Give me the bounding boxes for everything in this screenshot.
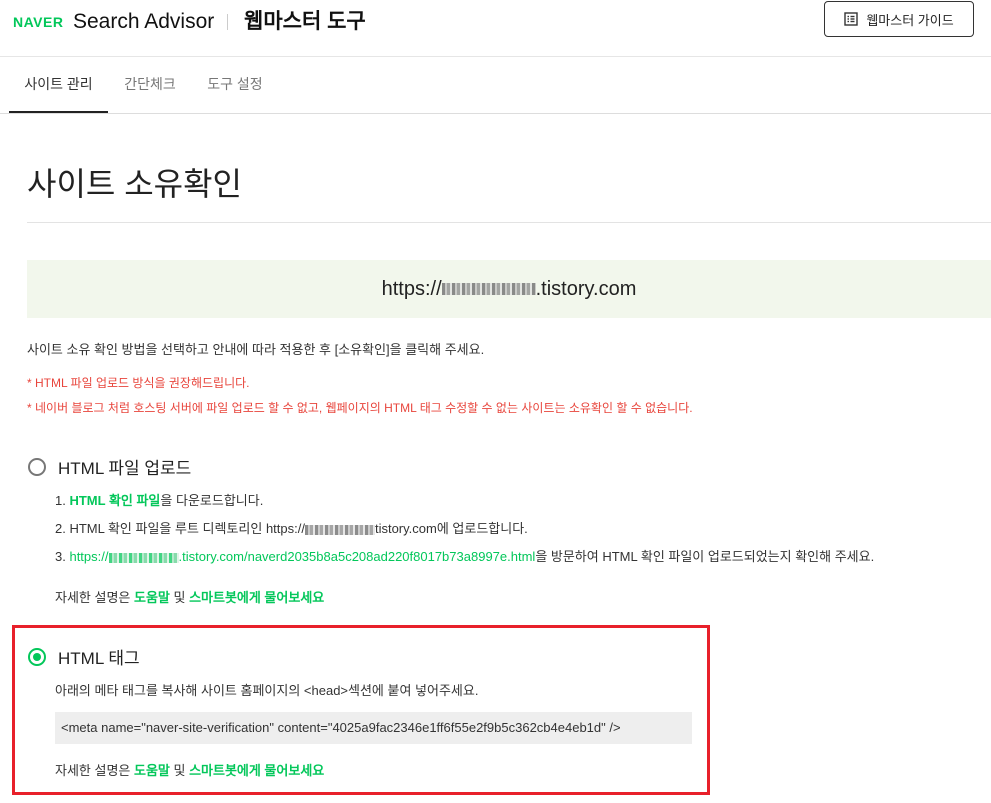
- guide-button-label: 웹마스터 가이드: [866, 12, 954, 28]
- tab-tool-settings[interactable]: 도구 설정: [196, 57, 274, 113]
- step-2: 2. HTML 확인 파일을 루트 디렉토리인 https:// tistory.…: [55, 520, 528, 538]
- warning-unsupported: * 네이버 블로그 처럼 호스팅 서버에 파일 업로드 할 수 없고, 웹페이지…: [27, 401, 693, 415]
- option-html-tag-label: HTML 태그: [58, 649, 140, 668]
- step-1: 1. HTML 확인 파일을 다운로드합니다.: [55, 492, 263, 510]
- help-and: 및: [169, 590, 190, 605]
- verification-url-suffix: .tistory.com/naverd2035b8a5c208ad220f801…: [178, 549, 536, 564]
- option-html-tag[interactable]: HTML 태그: [28, 644, 140, 669]
- help-and: 및: [169, 763, 190, 778]
- smartbot-link[interactable]: 스마트봇에게 물어보세요: [189, 590, 324, 605]
- step-3: 3. https:// .tistory.com/naverd2035b8a5c2…: [55, 548, 874, 566]
- help-line-file: 자세한 설명은 도움말 및 스마트봇에게 물어보세요: [55, 589, 324, 607]
- warning-recommend: * HTML 파일 업로드 방식을 권장해드립니다.: [27, 376, 250, 390]
- step-3-text: 을 방문하여 HTML 확인 파일이 업로드되었는지 확인해 주세요.: [535, 549, 875, 564]
- redacted-site-name: [304, 524, 375, 535]
- help-prefix: 자세한 설명은: [55, 763, 134, 778]
- site-url-box: https:// .tistory.com: [27, 260, 991, 318]
- main-tabs: 사이트 관리 간단체크 도구 설정: [0, 57, 991, 114]
- site-url-suffix: .tistory.com: [535, 277, 637, 300]
- meta-tag-code-box[interactable]: <meta name="naver-site-verification" con…: [55, 712, 692, 744]
- step-1-number: 1.: [55, 493, 70, 508]
- webmaster-guide-button[interactable]: 웹마스터 가이드: [824, 1, 974, 37]
- verification-file-url-link[interactable]: https:// .tistory.com/naverd2035b8a5c208a…: [69, 549, 535, 564]
- step-3-number: 3.: [55, 549, 70, 564]
- option-html-file-upload[interactable]: HTML 파일 업로드: [28, 454, 191, 479]
- smartbot-link[interactable]: 스마트봇에게 물어보세요: [189, 763, 324, 778]
- option-html-file-upload-label: HTML 파일 업로드: [58, 459, 192, 478]
- title-divider: [27, 222, 991, 223]
- top-header: NAVER Search Advisor 웹마스터 도구 웹마스터 가이드: [0, 0, 991, 57]
- search-advisor-title[interactable]: Search Advisor: [73, 8, 214, 36]
- radio-html-file-upload[interactable]: [28, 457, 46, 476]
- help-link[interactable]: 도움말: [134, 763, 170, 778]
- redacted-site-name: [441, 283, 536, 295]
- help-prefix: 자세한 설명은: [55, 590, 134, 605]
- help-link[interactable]: 도움말: [134, 590, 170, 605]
- header-divider: [227, 14, 228, 30]
- naver-logo[interactable]: NAVER: [13, 14, 63, 30]
- page-title: 사이트 소유확인: [27, 166, 242, 202]
- step-1-text: 을 다운로드합니다.: [160, 493, 264, 508]
- html-file-download-link[interactable]: HTML 확인 파일: [69, 493, 160, 508]
- verification-url-prefix: https://: [69, 549, 109, 564]
- document-list-icon: [844, 12, 859, 26]
- html-tag-instruction: 아래의 메타 태그를 복사해 사이트 홈페이지의 <head>섹션에 붙여 넣어…: [55, 683, 479, 698]
- ownership-description: 사이트 소유 확인 방법을 선택하고 안내에 따라 적용한 후 [소유확인]을 …: [27, 342, 485, 357]
- step-2-suffix: tistory.com에 업로드합니다.: [374, 521, 528, 536]
- step-2-prefix: 2. HTML 확인 파일을 루트 디렉토리인 https://: [55, 521, 305, 536]
- webmaster-tools-title[interactable]: 웹마스터 도구: [244, 8, 366, 36]
- redacted-site-name: [108, 552, 179, 563]
- site-url-prefix: https://: [381, 277, 442, 300]
- tab-simple-check[interactable]: 간단체크: [112, 57, 188, 113]
- help-line-tag: 자세한 설명은 도움말 및 스마트봇에게 물어보세요: [55, 762, 324, 780]
- radio-html-tag[interactable]: [28, 647, 46, 666]
- tab-site-management[interactable]: 사이트 관리: [9, 57, 108, 113]
